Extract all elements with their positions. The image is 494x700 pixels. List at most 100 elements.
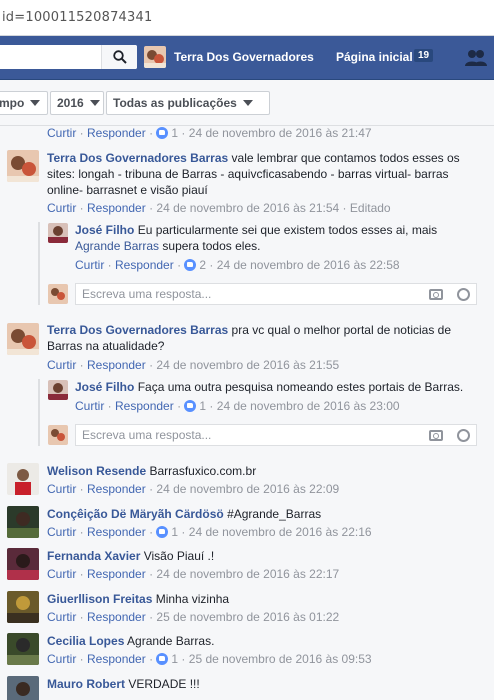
comment-actions: Curtir · Responder · 1 · 24 de novembro … — [47, 525, 372, 539]
comment-timestamp[interactable]: 24 de novembro de 2016 às 22:16 — [189, 525, 372, 539]
home-link[interactable]: Página inicial — [336, 50, 413, 64]
like-count[interactable]: 1 — [171, 652, 178, 666]
avatar[interactable] — [7, 548, 39, 580]
comment-author[interactable]: Terra Dos Governadores Barras — [47, 151, 228, 165]
like-link[interactable]: Curtir — [47, 482, 76, 496]
reply-link[interactable]: Responder — [87, 652, 146, 666]
like-link[interactable]: Curtir — [75, 399, 104, 413]
comment-timestamp[interactable]: 24 de novembro de 2016 às 21:54 — [156, 201, 339, 215]
comment-body: Terra Dos Governadores Barras pra vc qua… — [47, 322, 477, 354]
comment-body: Welison Resende Barrasfuxico.com.br — [47, 463, 477, 479]
comment-timestamp[interactable]: 25 de novembro de 2016 às 01:22 — [156, 610, 339, 624]
like-reaction-icon — [156, 526, 169, 538]
edited-label[interactable]: Editado — [350, 201, 391, 215]
comment-author[interactable]: Fernanda Xavier — [47, 549, 140, 563]
reply-link[interactable]: Responder — [115, 258, 174, 272]
comment-timestamp[interactable]: 24 de novembro de 2016 às 21:47 — [189, 126, 372, 140]
comment-timestamp[interactable]: 24 de novembro de 2016 às 22:17 — [156, 567, 339, 581]
reply-link[interactable]: Responder — [87, 567, 146, 581]
like-count[interactable]: 1 — [199, 399, 206, 413]
time-filter-dropdown[interactable]: mpo — [0, 91, 48, 115]
home-count-badge: 19 — [414, 49, 434, 62]
mention-link[interactable]: Agrande Barras — [75, 239, 159, 253]
avatar[interactable] — [7, 506, 39, 538]
comment-text-continued: supera todos eles. — [162, 239, 261, 253]
comment-timestamp[interactable]: 24 de novembro de 2016 às 23:00 — [217, 399, 400, 413]
comment-author[interactable]: Conçêição Dë Märyãh Cärdösö — [47, 507, 224, 521]
page-name-link[interactable]: Terra Dos Governadores — [174, 50, 314, 64]
camera-icon[interactable] — [429, 430, 443, 441]
avatar[interactable] — [7, 676, 39, 700]
reply-link[interactable]: Responder — [87, 610, 146, 624]
time-filter-label: mpo — [0, 96, 25, 110]
like-link[interactable]: Curtir — [75, 258, 104, 272]
comment-author[interactable]: Terra Dos Governadores Barras — [47, 323, 228, 337]
search-icon — [112, 50, 127, 64]
url-text[interactable]: id=100011520874341 — [2, 10, 152, 25]
comments-list: Curtir · Responder · 1 · 24 de novembro … — [0, 126, 494, 700]
comment-text: Barrasfuxico.com.br — [149, 464, 257, 478]
avatar[interactable] — [48, 223, 68, 243]
comment-author[interactable]: José Filho — [75, 380, 134, 394]
comment-text: Eu particularmente sei que existem todos… — [137, 223, 438, 237]
reply-link[interactable]: Responder — [87, 525, 146, 539]
emoji-icon[interactable] — [457, 288, 470, 301]
comment-actions: Curtir · Responder · 24 de novembro de 2… — [47, 358, 340, 372]
like-link[interactable]: Curtir — [47, 525, 76, 539]
comment-author[interactable]: Cecilia Lopes — [47, 634, 124, 648]
reply-link[interactable]: Responder — [87, 126, 146, 140]
reply-placeholder: Escreva uma resposta... — [82, 287, 212, 301]
reply-link[interactable]: Responder — [87, 358, 146, 372]
facebook-top-bar: Terra Dos Governadores Página inicial 19 — [0, 36, 494, 80]
avatar[interactable] — [7, 463, 39, 495]
reply-input[interactable]: Escreva uma resposta... — [75, 424, 477, 446]
reply-link[interactable]: Responder — [115, 399, 174, 413]
comment-actions: Curtir · Responder · 2 · 24 de novembro … — [75, 258, 400, 272]
comment-timestamp[interactable]: 25 de novembro de 2016 às 09:53 — [189, 652, 372, 666]
reply-link[interactable]: Responder — [87, 482, 146, 496]
comment-author[interactable]: Giuerllison Freitas — [47, 592, 152, 606]
posts-filter-label: Todas as publicações — [113, 96, 237, 110]
posts-filter-dropdown[interactable]: Todas as publicações — [106, 91, 270, 115]
avatar[interactable] — [7, 633, 39, 665]
like-count[interactable]: 1 — [171, 126, 178, 140]
year-filter-dropdown[interactable]: 2016 — [50, 91, 104, 115]
like-reaction-icon — [184, 259, 197, 271]
avatar[interactable] — [7, 323, 39, 355]
comment-body: Terra Dos Governadores Barras vale lembr… — [47, 150, 477, 198]
comment-timestamp[interactable]: 24 de novembro de 2016 às 21:55 — [156, 358, 339, 372]
comment-timestamp[interactable]: 24 de novembro de 2016 às 22:09 — [156, 482, 339, 496]
comment-text: Minha vizinha — [155, 592, 230, 606]
like-count[interactable]: 1 — [171, 525, 178, 539]
like-link[interactable]: Curtir — [47, 652, 76, 666]
like-count[interactable]: 2 — [199, 258, 206, 272]
avatar[interactable] — [7, 591, 39, 623]
emoji-icon[interactable] — [457, 429, 470, 442]
like-link[interactable]: Curtir — [47, 126, 76, 140]
reply-input[interactable]: Escreva uma resposta... — [75, 283, 477, 305]
comment-timestamp[interactable]: 24 de novembro de 2016 às 22:58 — [217, 258, 400, 272]
camera-icon[interactable] — [429, 289, 443, 300]
comment-text: #Agrande_Barras — [227, 507, 322, 521]
like-link[interactable]: Curtir — [47, 610, 76, 624]
like-reaction-icon — [156, 653, 169, 665]
reply-placeholder: Escreva uma resposta... — [82, 428, 212, 442]
page-avatar[interactable] — [144, 46, 166, 68]
comment-body: Conçêição Dë Märyãh Cärdösö #Agrande_Bar… — [47, 506, 477, 522]
search-button[interactable] — [101, 45, 137, 69]
like-link[interactable]: Curtir — [47, 567, 76, 581]
browser-address-bar[interactable]: id=100011520874341 — [0, 0, 494, 36]
like-link[interactable]: Curtir — [47, 358, 76, 372]
comment-author[interactable]: José Filho — [75, 223, 134, 237]
friends-icon[interactable] — [464, 48, 488, 68]
avatar[interactable] — [7, 150, 39, 182]
comment-body: Mauro Robert VERDADE !!! — [47, 676, 477, 692]
reply-link[interactable]: Responder — [87, 201, 146, 215]
comment-author[interactable]: Welison Resende — [47, 464, 146, 478]
avatar[interactable] — [48, 380, 68, 400]
comment-author[interactable]: Mauro Robert — [47, 677, 125, 691]
comment-actions: Curtir · Responder · 24 de novembro de 2… — [47, 482, 340, 496]
avatar — [48, 425, 68, 445]
chevron-down-icon — [89, 100, 100, 106]
like-link[interactable]: Curtir — [47, 201, 76, 215]
